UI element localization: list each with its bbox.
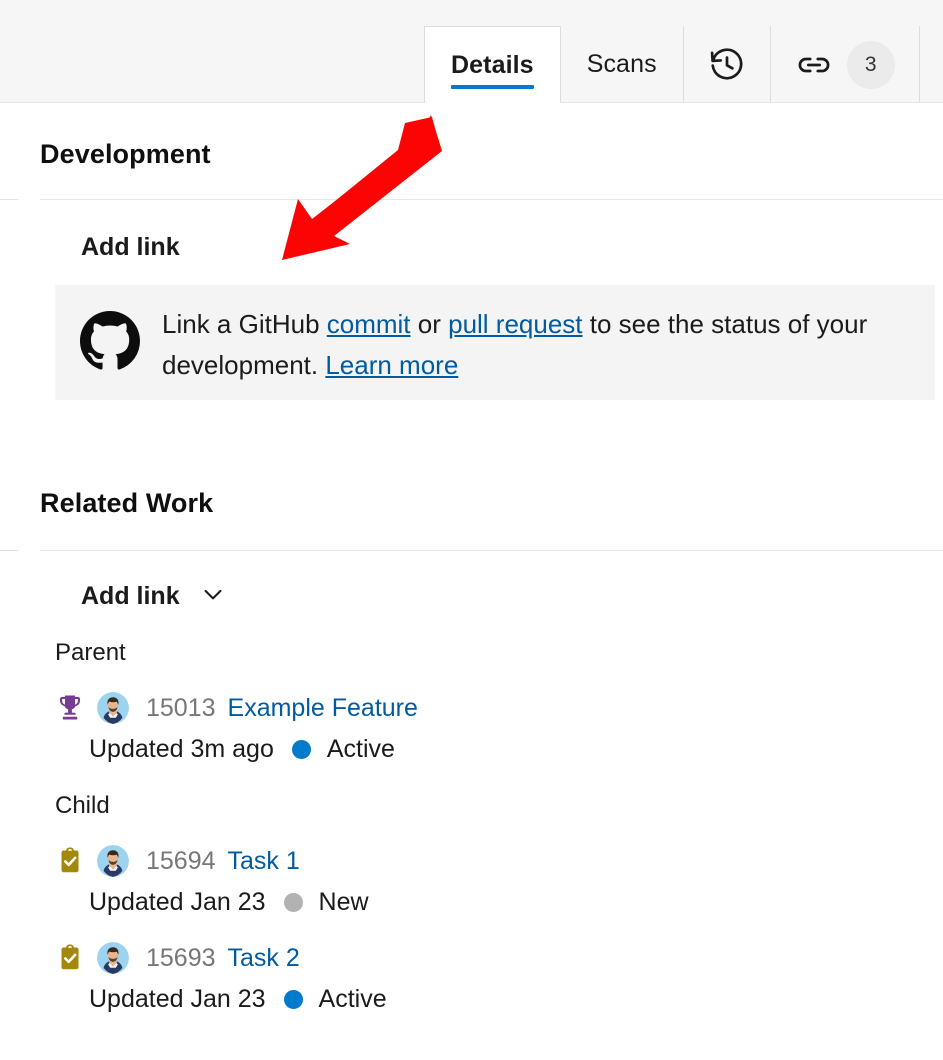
related-work-item-row[interactable]: 15693 Task 2 (55, 942, 300, 974)
development-divider-edge (0, 199, 18, 200)
related-work-item-row[interactable]: 15013 Example Feature (55, 692, 418, 724)
related-work-item-meta: Updated Jan 23 New (89, 888, 369, 917)
learn-more-link[interactable]: Learn more (325, 350, 458, 380)
status-dot (284, 893, 303, 912)
task-clipboard-icon (55, 846, 85, 876)
github-text-part1: Link a GitHub (162, 309, 327, 339)
status-dot (292, 740, 311, 759)
related-work-add-link-label: Add link (81, 582, 180, 611)
status-label: New (319, 888, 369, 917)
tab-details[interactable]: Details (424, 26, 560, 103)
avatar (97, 692, 129, 724)
task-clipboard-icon (55, 943, 85, 973)
work-item-updated: Updated Jan 23 (89, 888, 266, 917)
tab-scans[interactable]: Scans (560, 26, 683, 103)
work-item-title-link[interactable]: Task 1 (228, 847, 300, 876)
related-work-divider-edge (0, 550, 18, 551)
work-item-title-link[interactable]: Example Feature (228, 694, 418, 723)
related-work-section-heading: Related Work (40, 488, 213, 519)
work-item-updated: Updated 3m ago (89, 735, 274, 764)
related-work-item-meta: Updated 3m ago Active (89, 735, 395, 764)
avatar (97, 845, 129, 877)
commit-link[interactable]: commit (327, 309, 411, 339)
development-section-heading: Development (40, 139, 211, 170)
chevron-down-icon (198, 579, 228, 614)
tab-links[interactable]: 3 (770, 26, 919, 103)
tab-details-label: Details (451, 53, 534, 78)
avatar (97, 942, 129, 974)
status-label: Active (327, 735, 395, 764)
relation-group-parent-label: Parent (55, 639, 126, 667)
history-icon (708, 46, 746, 84)
relation-group-child-label: Child (55, 792, 110, 820)
pull-request-link[interactable]: pull request (448, 309, 582, 339)
feature-trophy-icon (55, 693, 85, 723)
status-dot (284, 990, 303, 1009)
related-work-divider (40, 550, 943, 551)
work-item-id: 15013 (146, 694, 216, 723)
status-label: Active (319, 985, 387, 1014)
tab-history[interactable] (683, 26, 770, 103)
github-icon (80, 311, 140, 371)
link-count-badge: 3 (847, 41, 895, 89)
work-item-id: 15694 (146, 847, 216, 876)
link-icon (795, 46, 833, 84)
work-item-title-link[interactable]: Task 2 (228, 944, 300, 973)
development-divider (40, 199, 943, 200)
tab-list: Details Scans 3 (424, 26, 943, 103)
work-item-id: 15693 (146, 944, 216, 973)
tab-details-active-indicator (451, 85, 534, 89)
related-work-item-row[interactable]: 15694 Task 1 (55, 845, 300, 877)
github-callout-text: Link a GitHub commit or pull request to … (162, 304, 922, 386)
related-work-add-link-button[interactable]: Add link (81, 579, 228, 614)
related-work-item-meta: Updated Jan 23 Active (89, 985, 387, 1014)
work-item-tab-bar: Details Scans 3 (0, 0, 943, 103)
work-item-updated: Updated Jan 23 (89, 985, 266, 1014)
development-add-link-button[interactable]: Add link (81, 233, 180, 262)
github-link-callout: Link a GitHub commit or pull request to … (55, 285, 935, 400)
github-text-part2: or (411, 309, 449, 339)
tab-scans-label: Scans (587, 52, 657, 77)
work-item-details-panel: Development Add link Link a GitHub commi… (0, 103, 943, 1060)
tab-attachments[interactable] (919, 26, 943, 103)
